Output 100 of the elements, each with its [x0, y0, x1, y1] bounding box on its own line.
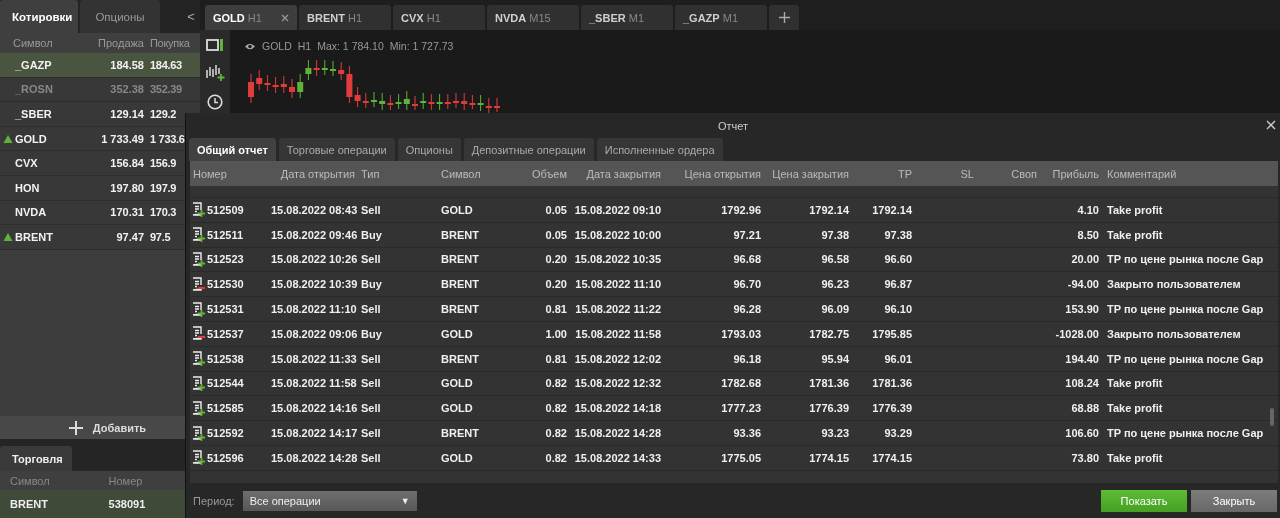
column-header: Прибыль — [1051, 167, 1100, 180]
table-cell: BRENT — [441, 303, 479, 316]
buy-price: 352.39 — [149, 83, 183, 96]
table-cell: Buy — [361, 228, 382, 241]
table-cell: 1793.03 — [721, 327, 761, 340]
table-cell: 1781.36 — [809, 377, 849, 390]
table-cell: 1782.68 — [721, 377, 761, 390]
table-cell: 8.50 — [1077, 228, 1099, 241]
table-cell: 97.38 — [821, 228, 849, 241]
table-cell: 96.01 — [884, 352, 912, 365]
table-cell: 15.08.2022 14:17 — [271, 427, 358, 440]
column-header: Цена закрытия — [771, 167, 850, 180]
table-cell: 512592 — [207, 427, 244, 440]
buy-price: 156.9 — [149, 157, 178, 170]
table-cell: 96.09 — [821, 303, 849, 316]
table-cell: 0.05 — [545, 228, 567, 241]
table-cell: 15.08.2022 10:00 — [574, 228, 661, 241]
table-cell: -1028.00 — [1055, 327, 1099, 340]
table-cell: TP по цене рынка после Gap — [1107, 253, 1264, 266]
table-cell: 1774.15 — [872, 451, 912, 464]
table-cell: Sell — [361, 427, 381, 440]
table-cell: 15.08.2022 11:33 — [271, 352, 357, 365]
table-cell: 4.10 — [1077, 203, 1099, 216]
column-header: Дата закрытия — [585, 167, 662, 180]
table-cell: 97.21 — [733, 228, 761, 241]
column-header: Тип — [360, 167, 381, 180]
table-cell: 512596 — [207, 451, 244, 464]
table-cell: 95.94 — [821, 352, 849, 365]
table-cell: 512531 — [207, 303, 244, 316]
table-cell: 15.08.2022 14:33 — [574, 451, 661, 464]
table-cell: 15.08.2022 09:46 — [271, 228, 358, 241]
table-cell: 96.87 — [884, 278, 912, 291]
table-cell: 512537 — [207, 327, 244, 340]
table-cell: 15.08.2022 14:18 — [574, 402, 661, 415]
table-cell: 0.82 — [545, 377, 567, 390]
table-cell: 1792.96 — [721, 203, 761, 216]
table-cell: Sell — [361, 352, 381, 365]
table-cell: Sell — [361, 253, 381, 266]
table-cell: 512538 — [207, 352, 244, 365]
table-cell: 0.82 — [545, 451, 567, 464]
table-cell: Sell — [361, 303, 381, 316]
column-header: Номер — [108, 474, 144, 487]
table-cell: GOLD — [441, 377, 473, 390]
table-cell: 0.20 — [545, 278, 567, 291]
table-cell: 1782.75 — [809, 327, 849, 340]
buy-price: 184.63 — [149, 58, 183, 71]
sell-price: 352.38 — [109, 83, 144, 96]
table-cell: 15.08.2022 09:10 — [574, 203, 661, 216]
table-cell: Закрыто пользователем — [1107, 327, 1241, 340]
table-cell: BRENT — [441, 278, 479, 291]
table-cell: TP по цене рынка после Gap — [1107, 303, 1264, 316]
table-cell: 15.08.2022 08:43 — [271, 203, 358, 216]
sell-price: 156.84 — [109, 157, 144, 170]
chart-max: Max: 1 784.10 — [317, 40, 384, 52]
symbol-text: BRENT — [15, 230, 53, 243]
sell-price: 184.58 — [109, 58, 144, 71]
table-cell: 0.82 — [545, 402, 567, 415]
sell-price: 1 733.49 — [100, 132, 144, 145]
table-cell: 0.20 — [545, 253, 567, 266]
table-cell: 96.70 — [733, 278, 761, 291]
column-header: Цена открытия — [683, 167, 762, 180]
table-cell: 93.29 — [884, 427, 912, 440]
table-cell: 1792.14 — [872, 203, 912, 216]
table-cell: TP по цене рынка после Gap — [1107, 427, 1264, 440]
symbol-text: _ROSN — [15, 83, 53, 96]
buy-price: 97.5 — [149, 230, 172, 243]
table-cell: 1774.15 — [809, 451, 849, 464]
chart-timeframe: H1 — [297, 40, 312, 52]
table-cell: 15.08.2022 12:32 — [574, 377, 661, 390]
table-cell: 93.36 — [733, 427, 761, 440]
table-cell: TP по цене рынка после Gap — [1107, 352, 1264, 365]
table-cell: 512585 — [207, 402, 244, 415]
table-cell: Take profit — [1107, 203, 1163, 216]
symbol-text: CVX — [15, 157, 38, 170]
symbol-text: NVDA — [15, 206, 47, 219]
table-cell: 1.00 — [545, 327, 567, 340]
table-cell: -94.00 — [1067, 278, 1099, 291]
table-cell: 15.08.2022 11:58 — [575, 327, 661, 340]
table-cell: BRENT — [441, 427, 479, 440]
table-cell: 96.10 — [884, 303, 912, 316]
table-cell: 96.18 — [733, 352, 761, 365]
table-cell: 96.28 — [733, 303, 761, 316]
sell-price: 129.14 — [109, 108, 144, 120]
buy-price: 1 733.6 — [149, 132, 186, 145]
table-cell: 512511 — [207, 228, 244, 241]
chart-symbol: GOLD — [262, 40, 292, 52]
table-cell: 15.08.2022 11:10 — [575, 278, 661, 291]
table-cell: 0.81 — [545, 303, 567, 316]
table-cell: 15.08.2022 11:22 — [575, 303, 661, 316]
table-cell: Take profit — [1107, 451, 1163, 464]
table-cell: GOLD — [441, 327, 473, 340]
table-cell: GOLD — [441, 203, 473, 216]
table-cell: BRENT — [441, 253, 479, 266]
table-cell: 96.58 — [821, 253, 849, 266]
buy-price: 197.9 — [149, 181, 178, 194]
table-cell: GOLD — [441, 451, 473, 464]
column-header: Дата открытия — [279, 167, 356, 180]
table-cell: 97.38 — [884, 228, 912, 241]
column-header: Символ — [440, 167, 482, 180]
table-cell: 0.82 — [545, 427, 567, 440]
